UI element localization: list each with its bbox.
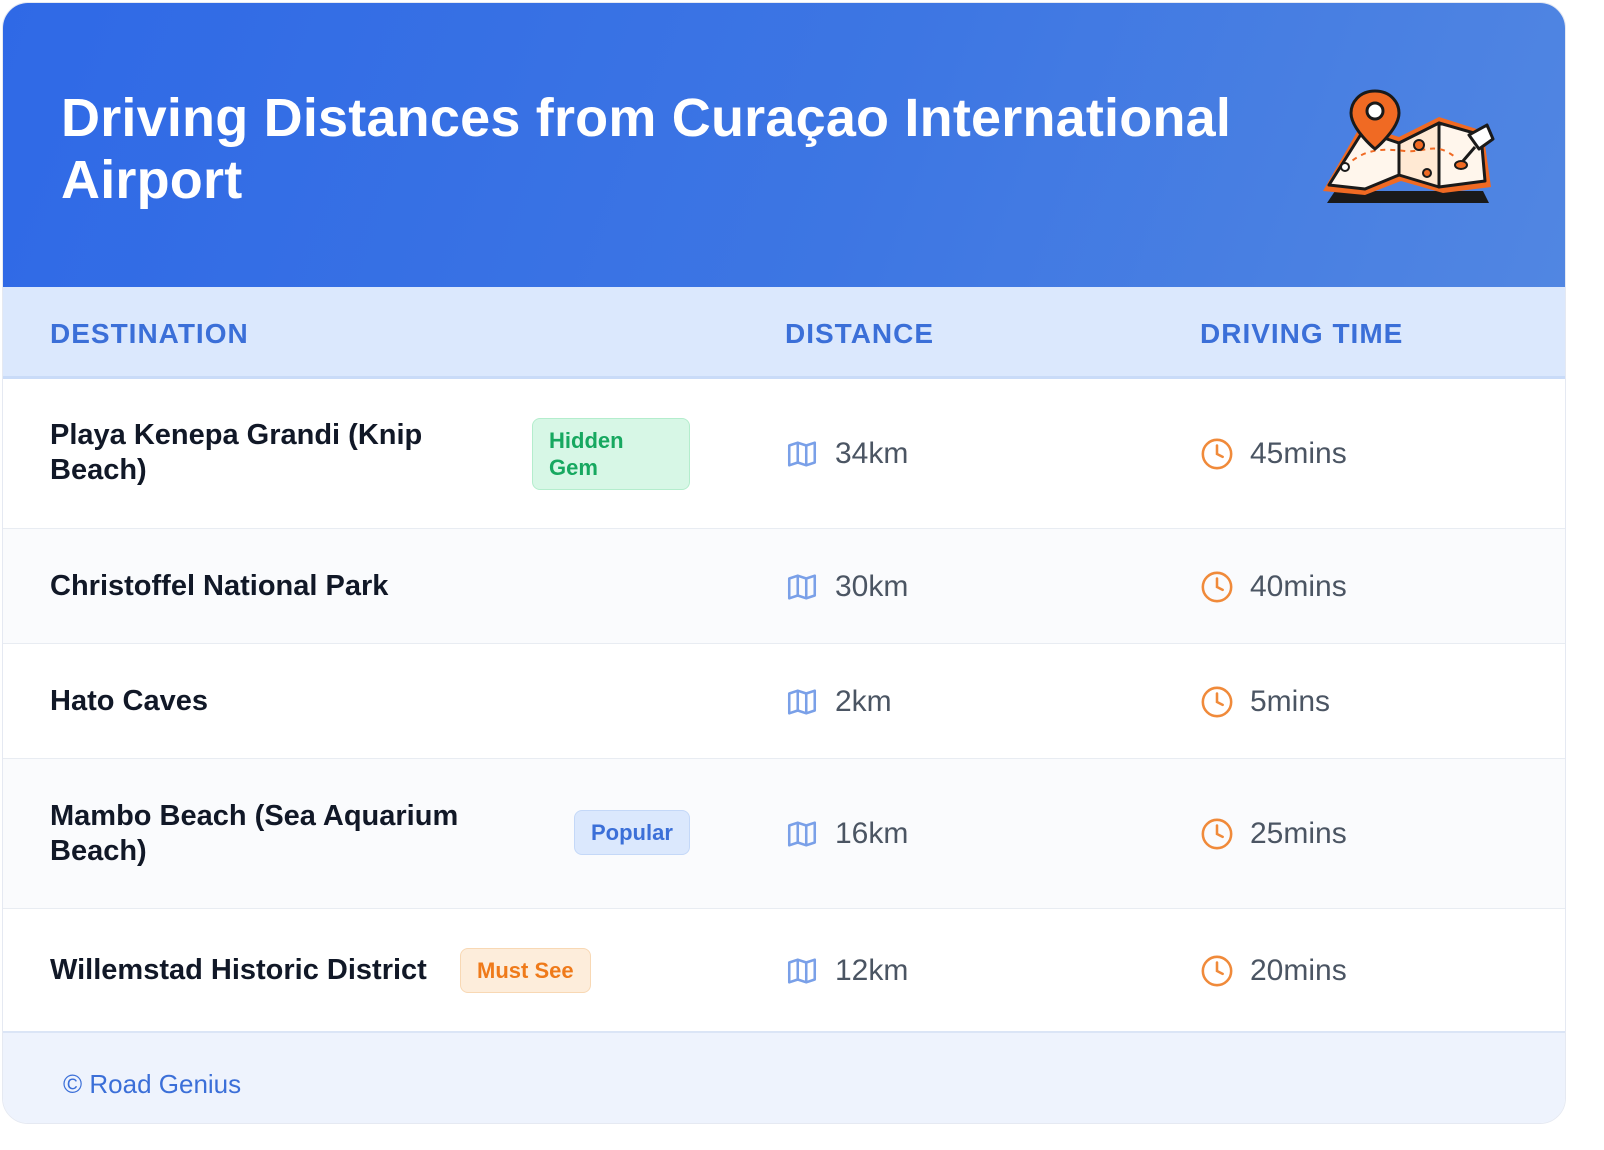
time-value: 20mins <box>1250 954 1347 987</box>
clock-icon <box>1201 955 1233 987</box>
distance-cell: 2km <box>785 682 892 722</box>
table-row: Mambo Beach (Sea Aquarium Beach) Popular… <box>3 759 1565 909</box>
card-header: Driving Distances from Curaçao Internati… <box>3 3 1565 287</box>
time-value: 45mins <box>1250 437 1347 470</box>
copyright-text: © Road Genius <box>63 1069 242 1099</box>
clock-icon <box>1201 818 1233 850</box>
map-pin-icon <box>1323 89 1495 203</box>
time-cell: 25mins <box>1200 814 1347 854</box>
distance-value: 16km <box>835 817 909 850</box>
destination-name: Christoffel National Park <box>50 570 389 602</box>
table-row: Willemstad Historic District Must See 12… <box>3 909 1565 1031</box>
map-icon <box>787 958 817 984</box>
distance-cell: 34km <box>785 434 908 474</box>
clock-icon <box>1201 438 1233 470</box>
table-header: DESTINATION DISTANCE DRIVING TIME <box>3 287 1565 379</box>
table-row: Christoffel National Park 30km 40mins <box>3 529 1565 644</box>
column-header-destination: DESTINATION <box>50 318 249 349</box>
card-footer: © Road Genius <box>3 1031 1565 1123</box>
column-header-distance: DISTANCE <box>785 318 935 349</box>
map-icon <box>787 441 817 467</box>
table-row: Hato Caves 2km 5mins <box>3 644 1565 759</box>
time-value: 5mins <box>1250 685 1331 718</box>
distance-cell: 16km <box>785 814 908 854</box>
must-see-badge: Must See <box>460 948 591 993</box>
time-cell: 45mins <box>1200 434 1347 474</box>
distance-value: 30km <box>835 570 909 603</box>
distance-cell: 12km <box>785 951 908 991</box>
popular-badge: Popular <box>574 810 690 855</box>
destination-name: Playa Kenepa Grandi (Knip Beach) <box>50 419 423 486</box>
distance-value: 34km <box>835 437 909 470</box>
distance-cell: 30km <box>785 567 908 607</box>
time-cell: 20mins <box>1200 951 1347 991</box>
destination-name: Willemstad Historic District <box>50 954 427 986</box>
destination-name: Mambo Beach (Sea Aquarium Beach) <box>50 800 459 867</box>
distance-value: 2km <box>835 685 892 718</box>
column-header-driving-time: DRIVING TIME <box>1200 318 1404 349</box>
time-value: 25mins <box>1250 817 1347 850</box>
clock-icon <box>1201 686 1233 718</box>
time-cell: 40mins <box>1200 567 1347 607</box>
map-icon <box>787 821 817 847</box>
time-value: 40mins <box>1250 570 1347 603</box>
distance-value: 12km <box>835 954 909 987</box>
clock-icon <box>1201 571 1233 603</box>
destination-name: Hato Caves <box>50 685 208 717</box>
distance-card: Driving Distances from Curaçao Internati… <box>2 2 1566 1124</box>
map-icon <box>787 574 817 600</box>
page-title: Driving Distances from Curaçao Internati… <box>61 88 1232 210</box>
map-icon <box>787 689 817 715</box>
table-row: Playa Kenepa Grandi (Knip Beach) Hidden … <box>3 379 1565 529</box>
hidden-gem-badge: Hidden Gem <box>532 418 690 490</box>
time-cell: 5mins <box>1200 682 1330 722</box>
